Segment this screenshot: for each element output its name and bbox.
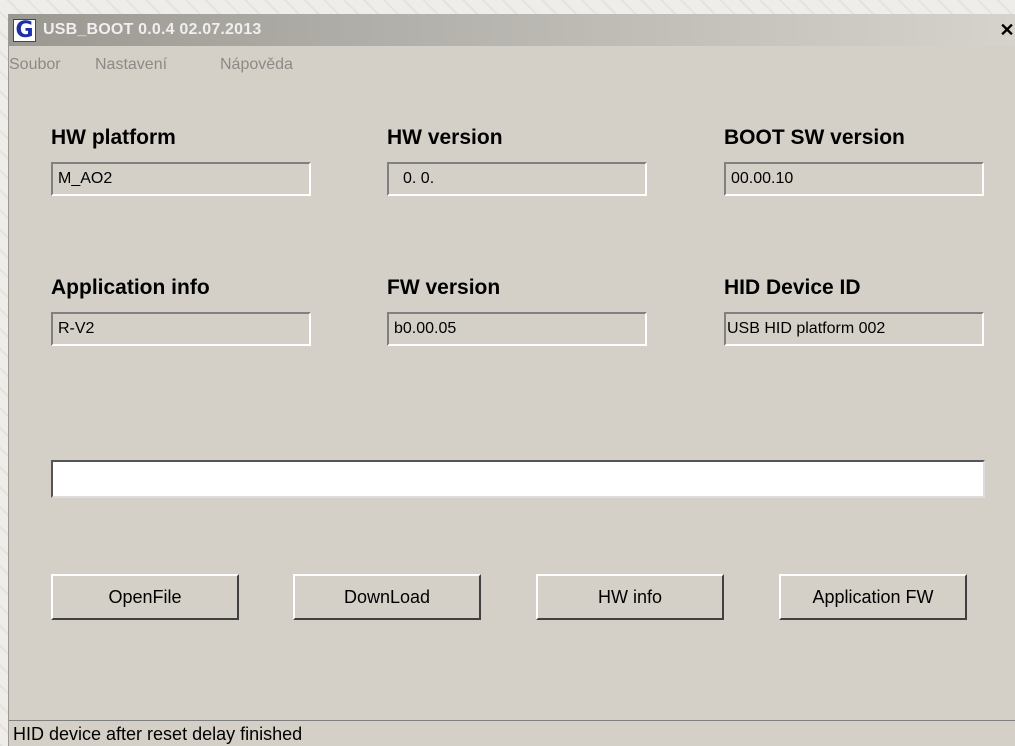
application-info-field: R-V2 [51, 312, 311, 346]
menu-soubor[interactable]: Soubor [9, 56, 61, 74]
fw-version-field: b0.00.05 [387, 312, 647, 346]
hw-platform-field: M_AO2 [51, 162, 311, 196]
close-icon[interactable]: ✕ [996, 20, 1015, 40]
status-bar: HID device after reset delay finished [9, 720, 1015, 746]
application-info-label: Application info [51, 276, 210, 299]
hid-device-id-field: USB HID platform 002 [724, 312, 984, 346]
app-logo-icon: G [13, 19, 36, 42]
hid-device-id-label: HID Device ID [724, 276, 861, 299]
boot-sw-version-field: 00.00.10 [724, 162, 984, 196]
download-progress-bar [51, 460, 985, 498]
title-bar[interactable]: G USB_BOOT 0.0.4 02.07.2013 ✕ [9, 14, 1015, 46]
open-file-button[interactable]: OpenFile [51, 574, 239, 620]
hw-version-label: HW version [387, 126, 503, 149]
window-title: USB_BOOT 0.0.4 02.07.2013 [43, 21, 262, 38]
menu-napoveda[interactable]: Nápověda [220, 56, 293, 74]
hw-platform-label: HW platform [51, 126, 176, 149]
app-window: G USB_BOOT 0.0.4 02.07.2013 ✕ Soubor Nas… [8, 14, 1015, 746]
boot-sw-version-label: BOOT SW version [724, 126, 905, 149]
application-fw-button[interactable]: Application FW [779, 574, 967, 620]
hw-info-button[interactable]: HW info [536, 574, 724, 620]
menu-nastaveni[interactable]: Nastavení [95, 56, 167, 74]
download-button[interactable]: DownLoad [293, 574, 481, 620]
hw-version-field: 0. 0. [387, 162, 647, 196]
fw-version-label: FW version [387, 276, 501, 299]
